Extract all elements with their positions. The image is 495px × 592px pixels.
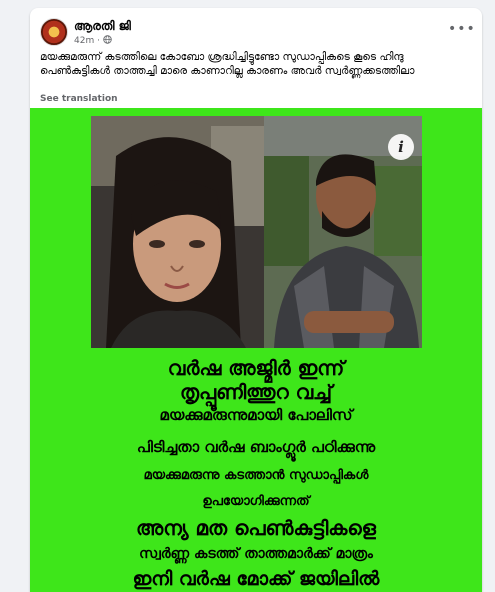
caption-line-6: ഉപയോഗിക്കുന്നത് xyxy=(202,494,310,509)
post-image[interactable]: i വർഷ അജ്മിർ ഇന്ന് തൃപ്പൂണിത്തുറ വച്ച് മ… xyxy=(30,108,482,592)
more-dots-icon: ••• xyxy=(448,21,476,37)
photo-man: i xyxy=(264,116,422,348)
author-name[interactable]: ആരതി ജി xyxy=(74,19,131,34)
info-icon[interactable]: i xyxy=(388,134,414,160)
caption-line-5: മയക്കുമരുന്നു കടത്താൻ സുഡാപ്പികൾ xyxy=(143,468,369,483)
caption-line-9: ഇനി വർഷ മോക്ക് ജയിലിൽ xyxy=(132,568,380,590)
post-header: ആരതി ജി 42m · ••• xyxy=(40,18,475,48)
post-card: ആരതി ജി 42m · ••• മയക്കുമരുന്ന് കടത്തിലെ… xyxy=(30,8,482,592)
more-options-button[interactable]: ••• xyxy=(448,20,475,42)
caption-line-1: വർഷ അജ്മിർ ഇന്ന് xyxy=(167,356,345,380)
caption-line-4: പിടിച്ചതാ വർഷ ബാംഗ്ലൂർ പഠിക്കുന്നു xyxy=(136,438,376,456)
caption-line-2: തൃപ്പൂണിത്തുറ വച്ച് xyxy=(179,380,333,404)
post-time[interactable]: 42m xyxy=(74,36,94,46)
photo-woman xyxy=(91,116,264,348)
caption-line-3: മയക്കുമരുന്നുമായി പോലിസ് xyxy=(159,406,353,424)
caption-line-7: അന്യ മത പെൺകുട്ടികളെ xyxy=(136,516,376,540)
post-meta: 42m · xyxy=(74,35,112,46)
globe-icon xyxy=(103,35,112,44)
see-translation-link[interactable]: See translation xyxy=(40,94,118,104)
caption-line-8: സ്വർണ്ണ കടത്ത് താത്തമാർക്ക് മാത്രം xyxy=(139,546,373,562)
post-text: മയക്കുമരുന്ന് കടത്തിലെ കോബോ ശ്രദ്ധിച്ചിട… xyxy=(40,51,415,77)
author-avatar[interactable] xyxy=(40,18,68,46)
